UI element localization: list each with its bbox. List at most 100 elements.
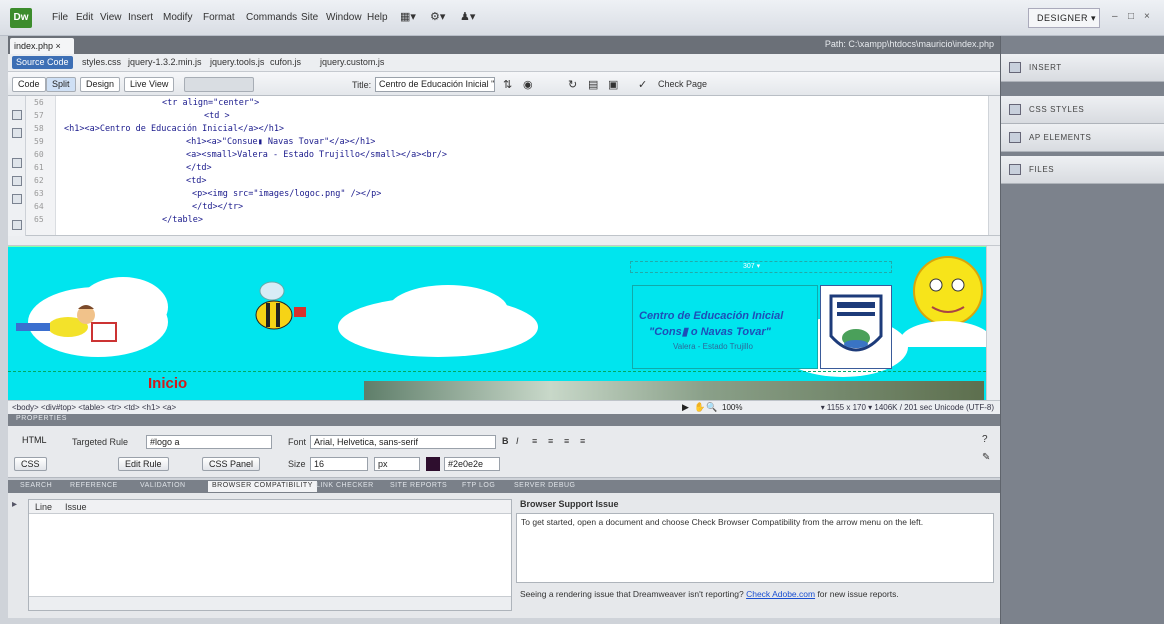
- menu-insert[interactable]: Insert: [128, 12, 153, 23]
- align-right-icon[interactable]: ≡: [564, 436, 569, 446]
- tab-server-debug[interactable]: SERVER DEBUG: [514, 482, 576, 489]
- help-icon[interactable]: ?: [982, 434, 988, 445]
- tab-ftp-log[interactable]: FTP LOG: [462, 482, 495, 489]
- issue-list-scrollbar[interactable]: [29, 596, 511, 610]
- panel-ap-elements[interactable]: AP ELEMENTS: [1001, 124, 1164, 152]
- align-center-icon[interactable]: ≡: [548, 436, 553, 446]
- hand-tool-icon[interactable]: ✋: [694, 402, 705, 413]
- panel-files[interactable]: FILES: [1001, 156, 1164, 184]
- column-issue[interactable]: Issue: [65, 502, 87, 512]
- collapse-tag-icon[interactable]: [12, 128, 22, 138]
- design-view-button[interactable]: Design: [80, 77, 121, 92]
- panel-css-styles-label: CSS STYLES: [1029, 105, 1085, 114]
- related-file-tools[interactable]: jquery.tools.js: [210, 57, 264, 67]
- code-view-button[interactable]: Code: [12, 77, 46, 92]
- panel-css-styles[interactable]: CSS STYLES: [1001, 96, 1164, 124]
- color-field[interactable]: #2e0e2e: [444, 457, 500, 471]
- menu-format[interactable]: Format: [203, 12, 235, 23]
- check-page-button[interactable]: Check Page: [658, 79, 707, 89]
- line-number: 60: [34, 150, 44, 159]
- related-file-custom[interactable]: jquery.custom.js: [320, 57, 384, 67]
- font-label: Font: [288, 437, 307, 447]
- minimize-button[interactable]: –: [1112, 11, 1118, 22]
- live-code-button[interactable]: [184, 77, 254, 92]
- right-panel-dock: INSERT CSS STYLES AP ELEMENTS FILES: [1000, 36, 1164, 624]
- menu-site[interactable]: Site: [301, 12, 318, 23]
- line-number: 63: [34, 189, 44, 198]
- menu-file[interactable]: File: [52, 12, 68, 23]
- tab-index-php[interactable]: index.php ×: [10, 38, 74, 54]
- menu-view[interactable]: View: [100, 12, 122, 23]
- school-title: Centro de Educación Inicial: [639, 310, 784, 322]
- zoom-tool-icon[interactable]: 🔍: [706, 402, 717, 413]
- refresh-icon[interactable]: ↻: [568, 78, 577, 91]
- view-options-icon[interactable]: ▤: [588, 78, 598, 91]
- code-line: </table>: [162, 215, 203, 225]
- nav-link-inicio[interactable]: Inicio: [148, 375, 187, 392]
- split-view-button[interactable]: Split: [46, 77, 76, 92]
- size-unit-select[interactable]: px: [374, 457, 420, 471]
- align-left-icon[interactable]: ≡: [532, 436, 537, 446]
- html-mode-button[interactable]: HTML: [16, 434, 53, 448]
- select-tool-icon[interactable]: ▶: [682, 402, 689, 413]
- properties-header[interactable]: PROPERTIES: [8, 414, 1000, 426]
- menu-window[interactable]: Window: [326, 12, 362, 23]
- tab-browser-compatibility[interactable]: BROWSER COMPATIBILITY: [208, 481, 317, 492]
- open-documents-icon[interactable]: [12, 110, 22, 120]
- validate-icon[interactable]: ✓: [638, 78, 647, 91]
- close-button[interactable]: ×: [1144, 11, 1150, 22]
- live-view-button[interactable]: Live View: [124, 77, 175, 92]
- site-icon[interactable]: ♟▾: [460, 10, 475, 23]
- bold-button[interactable]: B: [502, 436, 509, 446]
- tab-validation[interactable]: VALIDATION: [140, 482, 186, 489]
- size-select[interactable]: 16: [310, 457, 368, 471]
- header-info-box: Centro de Educación Inicial "Cons▮ o Nav…: [632, 285, 818, 369]
- preview-browser-icon[interactable]: ◉: [523, 78, 533, 91]
- select-parent-tag-icon[interactable]: [12, 176, 22, 186]
- css-mode-button[interactable]: CSS: [14, 457, 47, 471]
- menu-edit[interactable]: Edit: [76, 12, 93, 23]
- panel-insert[interactable]: INSERT: [1001, 54, 1164, 82]
- css-panel-button[interactable]: CSS Panel: [202, 457, 261, 471]
- tab-reference[interactable]: REFERENCE: [70, 482, 118, 489]
- code-horizontal-scrollbar[interactable]: [8, 236, 1000, 246]
- expand-all-icon[interactable]: [12, 158, 22, 168]
- design-scrollbar[interactable]: [986, 246, 1000, 400]
- extend-icon[interactable]: ⚙▾: [430, 10, 445, 23]
- color-swatch[interactable]: [426, 457, 440, 471]
- maximize-button[interactable]: □: [1128, 11, 1134, 22]
- related-file-styles-css[interactable]: styles.css: [82, 57, 121, 67]
- line-numbers-icon[interactable]: [12, 220, 22, 230]
- zoom-level[interactable]: 100%: [722, 403, 742, 412]
- menu-modify[interactable]: Modify: [163, 12, 192, 23]
- quick-tag-editor-icon[interactable]: ✎: [982, 452, 990, 463]
- edit-rule-button[interactable]: Edit Rule: [118, 457, 169, 471]
- code-scrollbar[interactable]: [988, 96, 1000, 235]
- check-browser-icon[interactable]: ▸: [12, 499, 17, 510]
- tag-path[interactable]: <body> <div#top> <table> <tr> <td> <h1> …: [12, 403, 176, 412]
- layout-icon[interactable]: ▦▾: [400, 10, 416, 23]
- design-view[interactable]: 307 ▾ Centro de Educación Inicial "Cons▮…: [8, 246, 986, 400]
- justify-icon[interactable]: ≡: [580, 436, 585, 446]
- font-select[interactable]: Arial, Helvetica, sans-serif: [310, 435, 496, 449]
- workspace-switcher[interactable]: DESIGNER ▾: [1028, 8, 1100, 28]
- targeted-rule-select[interactable]: #logo a: [146, 435, 272, 449]
- menu-help[interactable]: Help: [367, 12, 388, 23]
- tab-link-checker[interactable]: LINK CHECKER: [316, 482, 374, 489]
- column-line[interactable]: Line: [35, 502, 52, 512]
- tab-site-reports[interactable]: SITE REPORTS: [390, 482, 447, 489]
- visual-aids-icon[interactable]: ▣: [608, 78, 618, 91]
- browser-support-box: To get started, open a document and choo…: [516, 513, 994, 583]
- tab-search[interactable]: SEARCH: [20, 482, 52, 489]
- related-file-jquery[interactable]: jquery-1.3.2.min.js: [128, 57, 202, 67]
- file-management-icon[interactable]: ⇅: [503, 78, 512, 91]
- issue-list[interactable]: Line Issue: [28, 499, 512, 611]
- balance-braces-icon[interactable]: [12, 194, 22, 204]
- menu-commands[interactable]: Commands: [246, 12, 297, 23]
- title-input[interactable]: Centro de Educación Inicial "Co: [375, 77, 495, 92]
- related-file-source-code[interactable]: Source Code: [12, 56, 73, 69]
- related-file-cufon[interactable]: cufon.js: [270, 57, 301, 67]
- check-adobe-link[interactable]: Check Adobe.com: [746, 589, 815, 599]
- code-view[interactable]: 56 57 58 59 60 61 62 63 64 65 <tr align=…: [26, 96, 1000, 236]
- italic-button[interactable]: I: [516, 436, 519, 446]
